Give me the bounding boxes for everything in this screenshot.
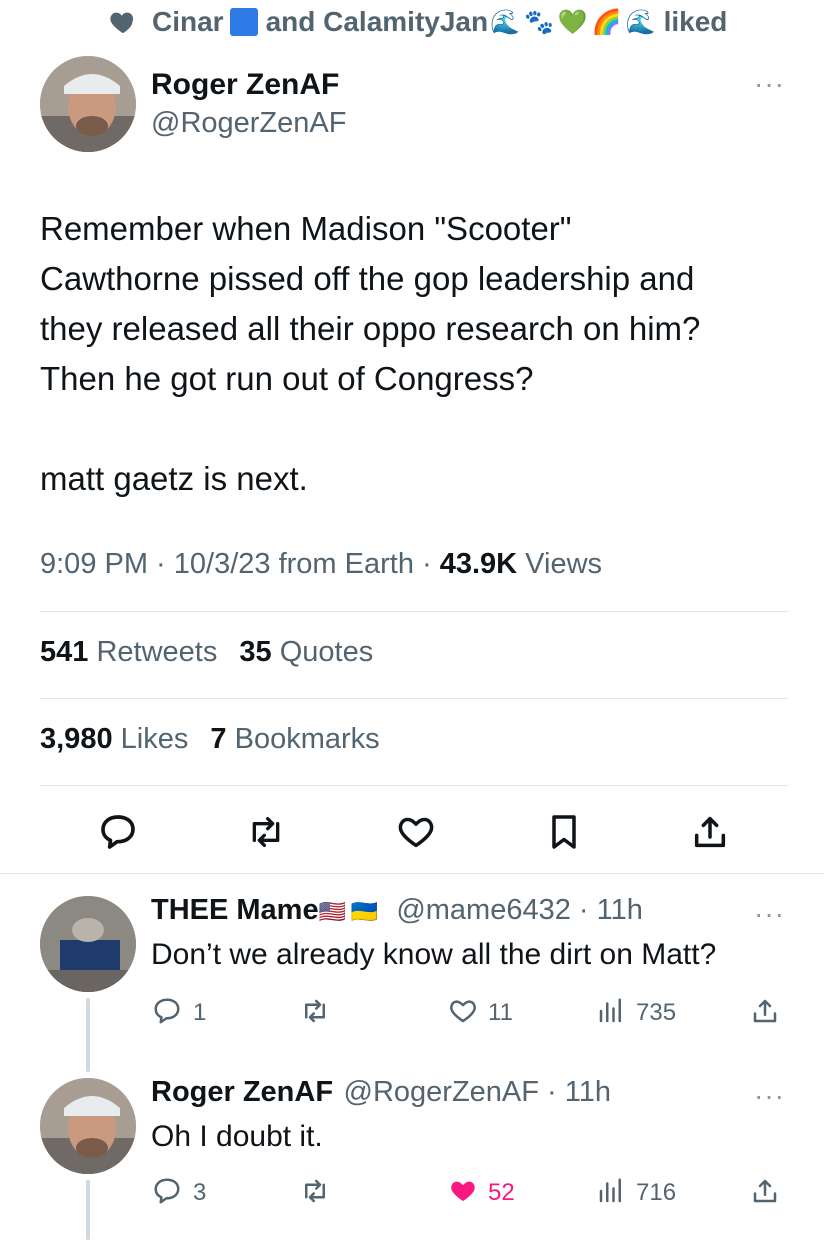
reply-avatar[interactable] [40, 896, 136, 992]
tweet-line: matt gaetz is next. [40, 460, 308, 497]
views-icon[interactable] [596, 996, 626, 1026]
divider [40, 785, 788, 786]
divider [40, 611, 788, 612]
tweet-meta: 9:09 PM · 10/3/23 from Earth · 43.9K Vie… [40, 548, 602, 581]
thread-line [86, 1180, 90, 1240]
green-heart-emoji: 💚 [557, 8, 588, 36]
more-icon[interactable]: ··· [754, 1080, 785, 1112]
reply-count: 1 [193, 999, 207, 1026]
avatar-image [40, 56, 136, 152]
reply-avatar[interactable] [40, 1078, 136, 1174]
view-count: 735 [636, 999, 677, 1026]
like-icon[interactable] [448, 996, 478, 1026]
views-label: Views [517, 548, 603, 580]
tweet-line: Remember when Madison "Scooter" [40, 210, 572, 247]
liked-heart-icon[interactable] [448, 1176, 478, 1206]
tweet-body: Remember when Madison "Scooter" Cawthorn… [40, 204, 800, 504]
tweet-line: Cawthorne pissed off the gop leadership … [40, 260, 695, 297]
bookmarks-stat[interactable]: 7 Bookmarks [210, 723, 379, 755]
reply-handle-time[interactable]: @RogerZenAF · 11h [344, 1076, 611, 1108]
like-icon[interactable] [396, 812, 436, 852]
tweet-line: they released all their oppo research on… [40, 310, 701, 347]
social-context[interactable]: Cinar and CalamityJan 🌊 🐾 💚 🌈 🌊 liked [108, 4, 727, 40]
author-handle[interactable]: @RogerZenAF [151, 107, 346, 140]
views-icon[interactable] [596, 1176, 626, 1206]
reply-icon[interactable] [152, 996, 182, 1026]
quotes-stat[interactable]: 35 Quotes [239, 636, 373, 668]
paw-emoji: 🐾 [524, 8, 554, 36]
liker-connector[interactable]: and CalamityJan [266, 6, 489, 38]
retweets-stat[interactable]: 541 Retweets [40, 636, 217, 668]
section-divider [0, 873, 824, 874]
like-stats: 3,980 Likes 7 Bookmarks [40, 723, 380, 756]
reply-text: Don’t we already know all the dirt on Ma… [151, 938, 717, 971]
ukraine-flag-emoji: 🇺🇦 [350, 899, 378, 924]
views-count: 43.9K [439, 548, 518, 580]
more-icon[interactable]: ··· [754, 68, 785, 100]
tweet-timestamp[interactable]: 9:09 PM · 10/3/23 from Earth · [40, 548, 440, 580]
heart-icon [110, 12, 134, 34]
blue-square-emoji [229, 8, 258, 36]
bookmark-icon[interactable] [544, 812, 584, 852]
retweet-icon[interactable] [300, 996, 330, 1026]
share-icon[interactable] [690, 812, 730, 852]
retweet-icon[interactable] [300, 1176, 330, 1206]
liker-name[interactable]: Cinar [152, 6, 224, 38]
like-count: 52 [488, 1179, 515, 1206]
like-count: 11 [488, 999, 513, 1026]
reply-icon[interactable] [98, 812, 138, 852]
reply-header: Roger ZenAF @RogerZenAF · 11h [151, 1076, 611, 1109]
reply-handle-time[interactable]: @mame6432 · 11h [396, 894, 643, 926]
share-icon[interactable] [750, 996, 780, 1026]
reply-count: 3 [193, 1179, 207, 1206]
reply-author-name[interactable]: Roger ZenAF [151, 1076, 333, 1108]
liked-label: liked [663, 6, 728, 37]
reply-icon[interactable] [152, 1176, 182, 1206]
author-name[interactable]: Roger ZenAF [151, 68, 339, 102]
avatar-image [40, 896, 136, 992]
rainbow-emoji: 🌈 [591, 8, 622, 36]
thread-line [86, 998, 90, 1072]
retweet-stats: 541 Retweets 35 Quotes [40, 636, 373, 669]
reply-text: Oh I doubt it. [151, 1120, 323, 1153]
reply-header: THEE Mame🇺🇸 🇺🇦 @mame6432 · 11h [151, 894, 643, 927]
tweet-line: Then he got run out of Congress? [40, 360, 534, 397]
more-icon[interactable]: ··· [754, 898, 785, 930]
view-count: 716 [636, 1179, 677, 1206]
avatar[interactable] [40, 56, 136, 152]
wave-emoji: 🌊 [490, 8, 520, 36]
divider [40, 698, 788, 699]
retweet-icon[interactable] [246, 812, 286, 852]
likes-stat[interactable]: 3,980 Likes [40, 723, 188, 755]
reply-author-name[interactable]: THEE Mame [151, 894, 319, 926]
avatar-image [40, 1078, 136, 1174]
us-flag-emoji: 🇺🇸 [318, 899, 347, 924]
share-icon[interactable] [750, 1176, 780, 1206]
wave-emoji: 🌊 [625, 8, 656, 36]
